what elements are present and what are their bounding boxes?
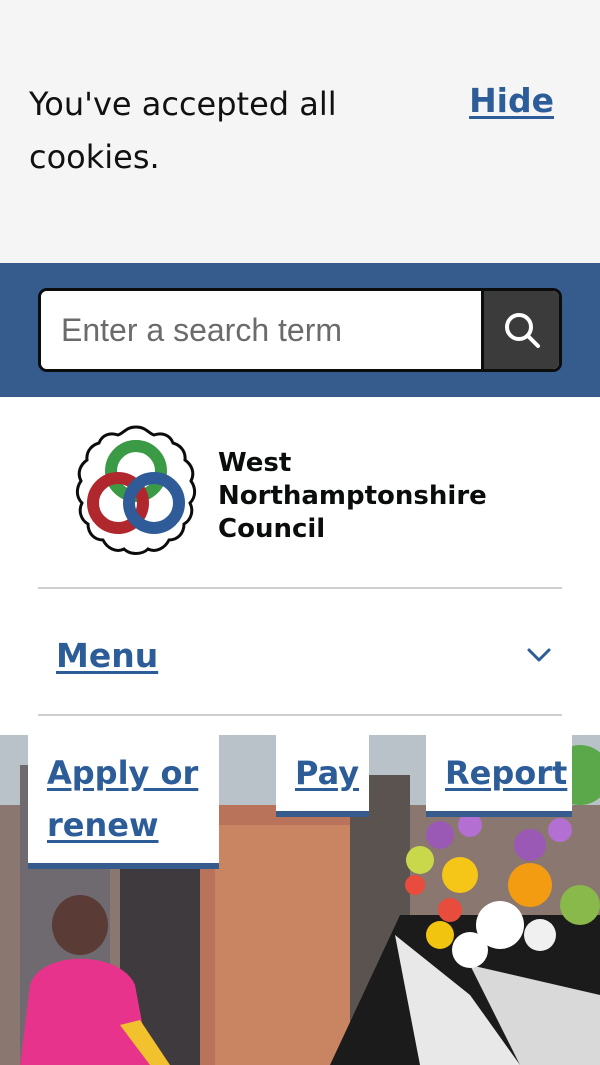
site-header: West Northamptonshire Council [0,397,600,587]
menu-toggle[interactable]: Menu [38,600,562,710]
council-name-line1: West [218,448,292,478]
report-label: Report [445,754,568,792]
council-name-line3: Council [218,514,326,544]
council-logo-icon [75,425,197,555]
search-form [38,288,562,372]
apply-or-renew-link[interactable]: Apply or renew [28,735,219,869]
cookie-message: You've accepted all cookies. [29,85,337,176]
council-name: West Northamptonshire Council [218,447,487,546]
search-bar [0,263,600,397]
search-icon [504,313,540,348]
divider-bottom [38,714,562,716]
council-name-line2: Northamptonshire [218,481,487,511]
menu-label: Menu [56,635,159,675]
report-link[interactable]: Report [426,735,572,817]
divider-top [38,587,562,589]
pay-label: Pay [295,754,360,792]
search-button[interactable] [481,291,559,369]
search-input[interactable] [41,291,481,369]
chevron-down-icon [527,648,551,662]
pay-link[interactable]: Pay [276,735,369,817]
hide-cookie-banner-link[interactable]: Hide [469,78,554,123]
apply-or-renew-label: Apply or renew [47,754,199,844]
cookie-banner: You've accepted all cookies. Hide [0,0,600,263]
